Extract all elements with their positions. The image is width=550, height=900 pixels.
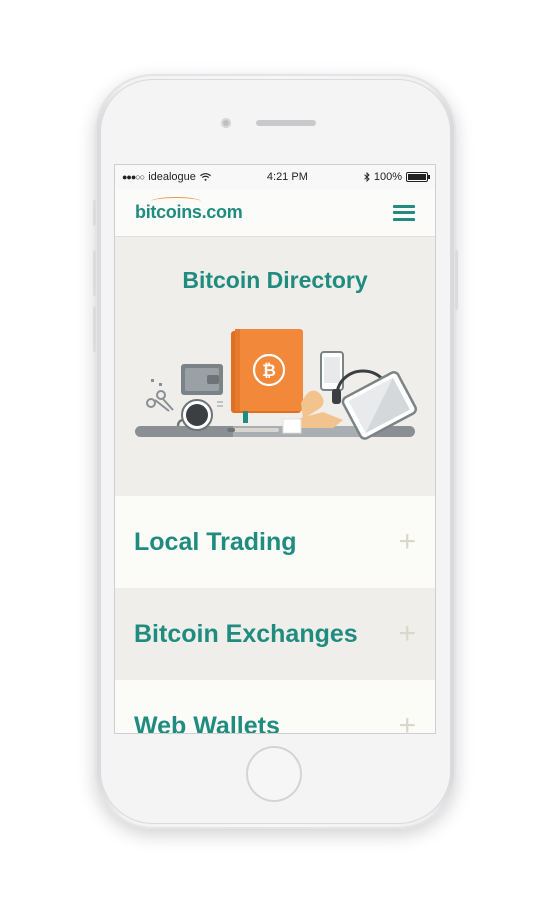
- phone-side-button: [455, 250, 458, 310]
- battery-percent: 100%: [373, 171, 402, 183]
- signal-dots-icon: ●●●○○: [122, 172, 145, 182]
- battery-icon: [405, 172, 430, 182]
- plus-icon[interactable]: +: [398, 711, 416, 734]
- bitcoin-icon: ₿: [262, 361, 276, 381]
- phone-side-button: [93, 250, 96, 296]
- section-local-trading[interactable]: Local Trading +: [115, 496, 435, 588]
- front-camera: [221, 118, 231, 128]
- section-label: Local Trading: [134, 527, 297, 556]
- wifi-icon: [199, 173, 211, 181]
- phone-side-button: [93, 200, 96, 226]
- logo-arc: [151, 197, 201, 206]
- hero: Bitcoin Directory ₿: [115, 237, 435, 496]
- page-title: Bitcoin Directory: [182, 267, 368, 293]
- status-time: 4:21 PM: [266, 171, 308, 183]
- plus-icon[interactable]: +: [398, 619, 416, 649]
- home-button[interactable]: [246, 746, 302, 802]
- hamburger-menu-icon[interactable]: [393, 204, 415, 221]
- phone-screen: ●●●○○ idealogue 4:21 PM 100% bitcoins.co…: [115, 165, 435, 733]
- carrier-name: idealogue: [148, 171, 196, 183]
- phone-side-button: [93, 306, 96, 352]
- earpiece-speaker: [256, 120, 316, 126]
- site-logo[interactable]: bitcoins.com: [135, 197, 243, 223]
- directory-illustration: ₿: [135, 329, 418, 440]
- section-bitcoin-exchanges[interactable]: Bitcoin Exchanges +: [115, 588, 435, 680]
- bluetooth-icon: [364, 172, 370, 182]
- plus-icon[interactable]: +: [398, 527, 416, 557]
- section-label: Web Wallets: [134, 711, 280, 734]
- top-nav: bitcoins.com: [115, 189, 435, 237]
- status-bar: ●●●○○ idealogue 4:21 PM 100%: [115, 165, 435, 189]
- section-web-wallets[interactable]: Web Wallets +: [115, 680, 435, 733]
- section-label: Bitcoin Exchanges: [134, 619, 358, 648]
